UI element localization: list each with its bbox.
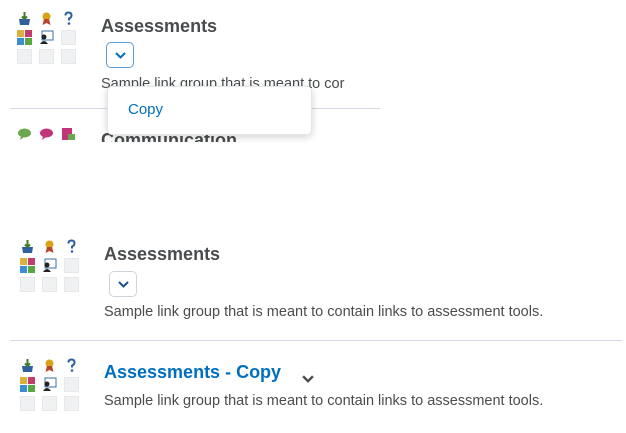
- color-grid-icon: [20, 258, 35, 273]
- question-mark-icon: [64, 358, 79, 373]
- blank-slot: [20, 396, 35, 411]
- context-menu-button[interactable]: [106, 42, 134, 68]
- blank-slot: [42, 277, 57, 292]
- blank-slot: [17, 49, 32, 64]
- blank-slot: [20, 277, 35, 292]
- chat-document-icon: [61, 127, 76, 142]
- chevron-down-icon: [114, 51, 126, 59]
- award-ribbon-icon: [39, 11, 54, 26]
- assessments-icon-grid: [20, 358, 82, 411]
- chevron-down-icon[interactable]: [302, 370, 318, 383]
- user-id-card-icon: [42, 258, 57, 273]
- inbox-tray-icon: [20, 358, 35, 373]
- assessments-icon-grid: [20, 239, 82, 292]
- context-menu-dropdown: Copy: [107, 86, 312, 135]
- context-menu-button[interactable]: [109, 271, 137, 297]
- question-mark-icon: [61, 11, 76, 26]
- color-grid-icon: [17, 30, 32, 45]
- assessments-icon-grid: [17, 11, 79, 64]
- blank-slot: [64, 377, 79, 392]
- section-description: Sample link group that is meant to conta…: [104, 304, 544, 320]
- communication-icon-grid: [17, 127, 79, 143]
- divider: [10, 340, 622, 341]
- award-ribbon-icon: [42, 358, 57, 373]
- section-title-link[interactable]: Assessments - Copy: [104, 362, 281, 383]
- section-title: Assessments: [101, 16, 218, 36]
- blank-slot: [64, 396, 79, 411]
- chat-bubble-icon: [17, 127, 32, 142]
- chat-bubble-icon: [39, 127, 54, 142]
- blank-slot: [64, 277, 79, 292]
- blank-slot: [42, 396, 57, 411]
- award-ribbon-icon: [42, 239, 57, 254]
- blank-slot: [61, 49, 76, 64]
- blank-slot: [64, 258, 79, 273]
- inbox-tray-icon: [17, 11, 32, 26]
- user-id-card-icon: [42, 377, 57, 392]
- inbox-tray-icon: [20, 239, 35, 254]
- question-mark-icon: [64, 239, 79, 254]
- user-id-card-icon: [39, 30, 54, 45]
- blank-slot: [39, 49, 54, 64]
- chevron-down-icon: [117, 280, 129, 288]
- section-description: Sample link group that is meant to conta…: [104, 393, 544, 409]
- menu-item-copy[interactable]: Copy: [128, 101, 163, 118]
- color-grid-icon: [20, 377, 35, 392]
- section-title: Assessments: [104, 244, 221, 264]
- blank-slot: [61, 30, 76, 45]
